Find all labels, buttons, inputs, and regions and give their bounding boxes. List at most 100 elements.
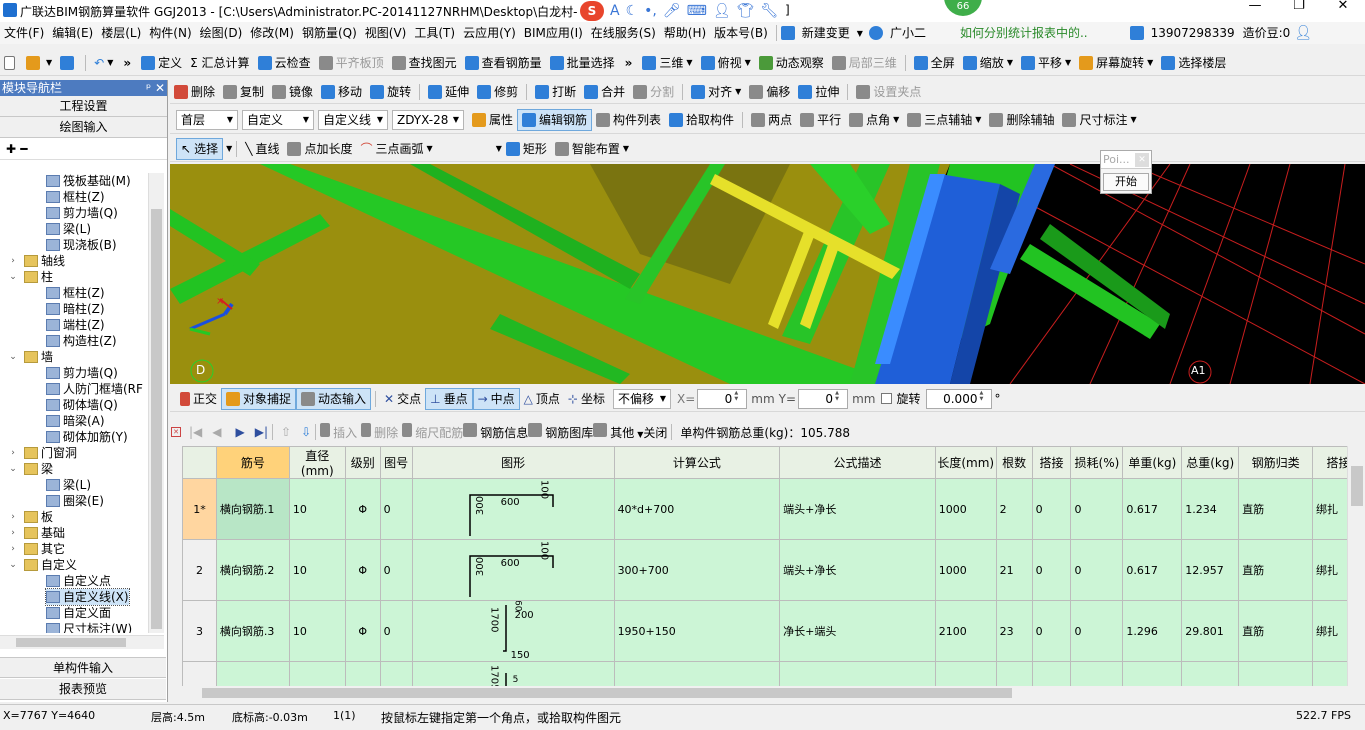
- category-select[interactable]: 自定义 ▼: [242, 109, 314, 130]
- table-row[interactable]: 4横向钢筋.410Φ0170551951净长195123001.20427.68…: [182, 661, 1365, 686]
- cell-count[interactable]: 2: [995, 478, 1033, 540]
- dynamic-input-button[interactable]: 动态输入: [296, 387, 372, 410]
- cloud-check-button[interactable]: 云检查: [254, 52, 315, 74]
- properties-button[interactable]: 属性: [468, 109, 517, 131]
- tree-item-content[interactable]: 剪力墙(Q): [46, 205, 118, 221]
- menu-new-change[interactable]: 新建变更: [798, 22, 854, 44]
- edit-rebar-button[interactable]: 编辑钢筋: [517, 108, 593, 131]
- save-button[interactable]: [56, 52, 81, 74]
- chevron-down-icon[interactable]: ▼: [735, 87, 741, 96]
- tree-item[interactable]: 砌体墙(Q): [0, 397, 148, 413]
- close-grid-button[interactable]: 关闭: [643, 424, 667, 441]
- table-row[interactable]: 2 横向钢筋.2 10 Φ 0 300 600 100 300+700 端头+净长 1000 21 0 0…: [182, 539, 1365, 601]
- flush-slab-button[interactable]: 平齐板顶: [315, 52, 388, 74]
- col-header[interactable]: 图号: [379, 446, 413, 479]
- tree-item-content[interactable]: 砌体加筋(Y): [46, 429, 128, 445]
- cell-total-weight[interactable]: 1.234: [1181, 478, 1240, 540]
- cell-total-weight[interactable]: 27.687: [1181, 661, 1240, 686]
- tree-folder[interactable]: ⌄ 梁: [0, 461, 148, 477]
- vertex-snap-button[interactable]: △ 顶点: [520, 388, 564, 410]
- menu-assistant[interactable]: 广小二: [886, 22, 930, 44]
- tree-item-content[interactable]: 暗梁(A): [46, 413, 105, 429]
- batch-select-button[interactable]: 批量选择: [546, 52, 619, 74]
- cell-figure-no[interactable]: 0: [379, 600, 413, 662]
- chevron-down-icon[interactable]: ▼: [745, 58, 751, 67]
- tree-item-content[interactable]: 自定义面: [46, 605, 111, 621]
- ime-letter-icon[interactable]: A: [610, 3, 620, 19]
- tree-item-content[interactable]: 门窗洞: [24, 445, 77, 461]
- tree-item[interactable]: 自定义线(X): [0, 588, 148, 606]
- tree-expand-collapse-tools[interactable]: ✚ ━: [0, 138, 167, 160]
- rebar-info-button[interactable]: 钢筋信息: [463, 423, 528, 441]
- moon-icon[interactable]: ☾: [626, 3, 639, 19]
- chevron-down-icon[interactable]: ▼: [975, 115, 981, 124]
- col-header[interactable]: 图形: [411, 446, 615, 479]
- orbit-button[interactable]: 动态观察: [755, 52, 828, 74]
- move-down-icon[interactable]: ⇩: [301, 425, 311, 439]
- tree-item[interactable]: 框柱(Z): [0, 189, 148, 205]
- expand-icon[interactable]: ›: [8, 445, 18, 461]
- chevron-down-icon[interactable]: ▼: [226, 144, 232, 153]
- row-header[interactable]: 1*: [182, 478, 217, 540]
- menu-floor[interactable]: 楼层(L): [97, 22, 145, 44]
- tree-item-content[interactable]: 框柱(Z): [46, 189, 105, 205]
- cell-length[interactable]: 1000: [934, 478, 997, 540]
- tree-item-content[interactable]: 墙: [24, 349, 53, 365]
- cell-formula[interactable]: 40*d+700: [613, 478, 781, 540]
- delete-axis-button[interactable]: 删除辅轴: [985, 109, 1058, 131]
- expand-icon[interactable]: ›: [8, 525, 18, 541]
- cell-lap[interactable]: 0: [1031, 600, 1072, 662]
- grid-hscroll-thumb[interactable]: [202, 688, 1012, 698]
- menu-component[interactable]: 构件(N): [145, 22, 195, 44]
- col-header[interactable]: 计算公式: [613, 446, 781, 479]
- report-preview-button[interactable]: 报表预览: [0, 679, 166, 700]
- row-header[interactable]: 3: [182, 600, 217, 662]
- tree-item[interactable]: 梁(L): [0, 477, 148, 493]
- tree-item[interactable]: 暗梁(A): [0, 413, 148, 429]
- collapse-icon[interactable]: ⌄: [8, 557, 18, 573]
- tree-item-content[interactable]: 自定义: [24, 557, 77, 573]
- point-length-button[interactable]: 点加长度: [283, 138, 356, 160]
- menu-rebar-qty[interactable]: 钢筋量(Q): [298, 22, 361, 44]
- other-button[interactable]: 其他 ▼: [593, 423, 643, 441]
- menu-edit[interactable]: 编辑(E): [48, 22, 97, 44]
- break-button[interactable]: 打断: [531, 81, 580, 103]
- tree-item-content[interactable]: 圈梁(E): [46, 493, 104, 509]
- cell-unit-weight[interactable]: 0.617: [1122, 539, 1183, 601]
- tree-item-content[interactable]: 筏板基础(M): [46, 173, 131, 189]
- cell-formula-desc[interactable]: 净长: [779, 661, 936, 686]
- cell-category[interactable]: 直筋: [1238, 600, 1313, 662]
- rectangle-button[interactable]: 矩形: [502, 138, 551, 160]
- ortho-button[interactable]: 正交: [176, 388, 221, 410]
- top-view-button[interactable]: 俯视 ▼: [697, 52, 755, 74]
- tree-item[interactable]: 构造柱(Z): [0, 333, 148, 349]
- arc-button[interactable]: ⌒ 三点画弧 ▼: [357, 138, 437, 160]
- col-header[interactable]: 钢筋归类: [1238, 446, 1313, 479]
- cell-lap[interactable]: 0: [1031, 478, 1072, 540]
- tree-item[interactable]: 端柱(Z): [0, 317, 148, 333]
- offset-button[interactable]: 偏移: [745, 81, 794, 103]
- table-row[interactable]: 3 横向钢筋.3 10 Φ 0 1700 200 150 60 1950+150 净长+端头 2100…: [182, 600, 1365, 662]
- move-button[interactable]: 移动: [317, 81, 366, 103]
- chevron-down-icon[interactable]: ▼: [1130, 115, 1136, 124]
- summary-calc-button[interactable]: Σ 汇总计算: [186, 52, 253, 74]
- cell-count[interactable]: 23: [995, 661, 1033, 686]
- chevron-down-icon[interactable]: ▼: [623, 144, 629, 153]
- undo-button[interactable]: ↶ ▼: [90, 52, 117, 74]
- define-button[interactable]: 定义: [137, 52, 186, 74]
- cell-formula-desc[interactable]: 端头+净长: [779, 539, 936, 601]
- grid-vscroll-thumb[interactable]: [1351, 466, 1363, 506]
- tree-item[interactable]: 自定义面: [0, 605, 148, 621]
- tree-folder[interactable]: › 轴线: [0, 253, 148, 269]
- tree-vscrollbar[interactable]: [148, 173, 164, 633]
- tree-item[interactable]: 自定义点: [0, 573, 148, 589]
- tree-folder[interactable]: › 门窗洞: [0, 445, 148, 461]
- tree-folder[interactable]: › 基础: [0, 525, 148, 541]
- set-grip-button[interactable]: 设置夹点: [852, 81, 925, 103]
- cell-count[interactable]: 23: [995, 600, 1033, 662]
- cell-length[interactable]: 2100: [934, 600, 997, 662]
- tree-item-content[interactable]: 板: [24, 509, 53, 525]
- copy-button[interactable]: 复制: [219, 81, 268, 103]
- cell-diameter[interactable]: 10: [288, 478, 346, 540]
- tree-item-content[interactable]: 基础: [24, 525, 65, 541]
